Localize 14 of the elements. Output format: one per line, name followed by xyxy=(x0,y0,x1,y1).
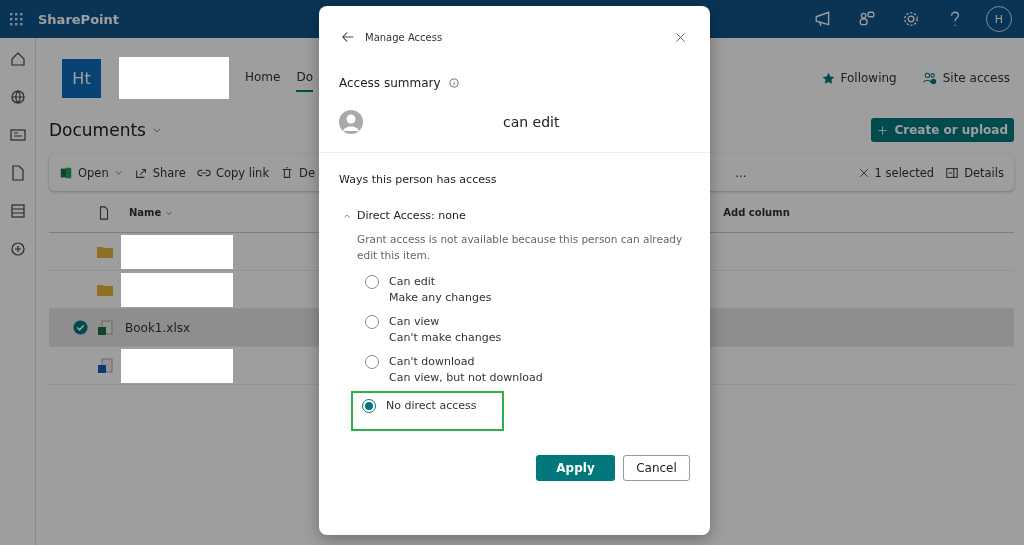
access-level: can edit xyxy=(503,114,560,130)
app-name: SharePoint xyxy=(38,11,120,27)
option-label: Can view xyxy=(389,315,441,328)
option-description: Make any changes xyxy=(389,291,492,304)
file-name: Book1.xlsx xyxy=(125,320,191,335)
option-description: Can view, but not download xyxy=(389,371,543,384)
section-heading: Ways this person has access xyxy=(338,172,498,186)
option-label: Can't download xyxy=(389,355,476,368)
option-description: Can't make changes xyxy=(389,331,502,344)
option-label: No direct access xyxy=(386,399,477,412)
dialog-title: Manage Access xyxy=(365,31,444,43)
section-label: Access summary xyxy=(339,76,441,90)
option-label: Can edit xyxy=(389,275,436,288)
info-text: Grant access is not available because this person can already edit this item. xyxy=(357,232,684,263)
